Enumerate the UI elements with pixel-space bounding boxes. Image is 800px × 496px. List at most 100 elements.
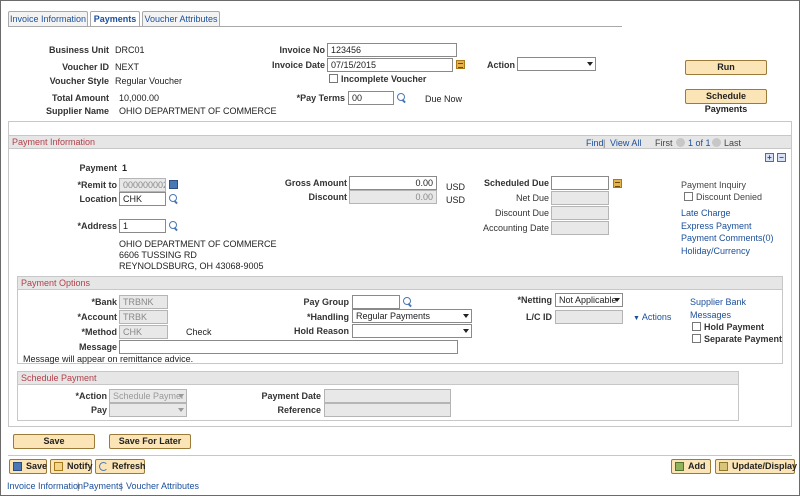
payment-information-header: Payment Information	[9, 136, 791, 149]
scheduled-due-label: Scheduled Due	[483, 178, 549, 188]
footer-link-payments[interactable]: Payments	[83, 481, 123, 491]
net-due-input	[551, 191, 609, 205]
tab-underline	[8, 26, 622, 27]
calendar-icon[interactable]	[456, 60, 465, 69]
hold-payment-checkbox[interactable]	[692, 322, 701, 331]
toolbar-refresh-button[interactable]: Refresh	[95, 459, 146, 474]
action-label: Action	[487, 60, 515, 70]
pay-group-label: Pay Group	[303, 297, 349, 307]
payment-comments-link[interactable]: Payment Comments(0)	[681, 233, 774, 243]
address-input[interactable]: 1	[119, 219, 166, 233]
tab-payments[interactable]: Payments	[90, 11, 140, 27]
hold-payment-label: Hold Payment	[704, 322, 765, 332]
pay-terms-input[interactable]: 00	[348, 91, 394, 105]
tab-voucher-attributes[interactable]: Voucher Attributes	[142, 11, 220, 26]
late-charge-link[interactable]: Late Charge	[681, 208, 731, 218]
payment-number: 1	[122, 163, 128, 173]
toolbar-notify-label: Notify	[67, 461, 93, 471]
method-input: CHK	[119, 325, 168, 339]
chevron-down-icon: ▼	[633, 315, 642, 322]
express-payment-link[interactable]: Express Payment	[681, 221, 752, 231]
invoice-date-input[interactable]: 07/15/2015	[327, 58, 453, 72]
schedule-payments-button[interactable]: Schedule Payments	[685, 89, 767, 114]
pay-label: Pay	[90, 405, 107, 415]
toolbar-notify-button[interactable]: Notify	[50, 459, 93, 474]
reference-label: Reference	[277, 405, 321, 415]
holiday-currency-link[interactable]: Holiday/Currency	[681, 246, 750, 256]
save-button[interactable]: Save	[13, 434, 95, 449]
incomplete-voucher-checkbox[interactable]	[329, 74, 338, 83]
voucher-style-value: Regular Voucher	[115, 76, 183, 86]
message-note: Message will appear on remittance advice…	[23, 354, 194, 364]
toolbar-save-button[interactable]: Save	[9, 459, 47, 474]
address-line-2: 6606 TUSSING RD	[119, 250, 197, 260]
nav-count: 1 of 1	[688, 138, 711, 148]
discount-denied-label: Discount Denied	[696, 192, 763, 202]
previous-arrow-icon[interactable]	[676, 138, 685, 147]
address-lookup-icon[interactable]	[169, 221, 179, 231]
supplier-bank-link[interactable]: Supplier Bank	[690, 297, 746, 307]
next-arrow-icon[interactable]	[712, 138, 721, 147]
remit-to-label: *Remit to	[77, 180, 117, 190]
separate-payment-label: Separate Payment	[704, 334, 783, 344]
remit-to-input: 0000000024	[119, 178, 166, 192]
action-select[interactable]	[517, 57, 596, 71]
toolbar-add-label: Add	[688, 461, 706, 471]
minus-icon[interactable]: −	[777, 153, 786, 162]
payment-options-title: Payment Options	[21, 278, 91, 288]
add-icon	[675, 462, 684, 471]
accounting-date-input	[551, 221, 609, 235]
handling-select[interactable]: Regular Payments	[352, 309, 472, 323]
payment-date-label: Payment Date	[261, 391, 321, 401]
netting-label: *Netting	[517, 295, 553, 305]
supplier-name-label: Supplier Name	[45, 106, 109, 116]
plus-icon[interactable]: +	[765, 153, 774, 162]
nav-first: First	[655, 138, 673, 148]
gross-amount-input[interactable]: 0.00	[349, 176, 437, 190]
footer-separator-1: |	[77, 481, 80, 491]
voucher-id-label: Voucher ID	[62, 62, 109, 72]
chevron-down-icon	[587, 62, 593, 66]
payment-options-header: Payment Options	[18, 277, 782, 290]
method-description: Check	[186, 327, 212, 337]
footer-separator-2: |	[120, 481, 123, 491]
netting-select[interactable]: Not Applicable	[555, 293, 623, 307]
message-input[interactable]	[119, 340, 458, 354]
discount-denied-checkbox[interactable]	[684, 192, 693, 201]
hold-reason-select[interactable]	[352, 324, 472, 338]
save-for-later-button[interactable]: Save For Later	[109, 434, 191, 449]
toolbar-update-display-label: Update/Display	[732, 461, 798, 471]
business-unit-label: Business Unit	[48, 45, 109, 55]
footer-link-voucher-attributes[interactable]: Voucher Attributes	[126, 481, 199, 491]
toolbar-add-button[interactable]: Add	[671, 459, 711, 474]
separate-payment-checkbox[interactable]	[692, 334, 701, 343]
location-input[interactable]: CHK	[119, 192, 166, 206]
view-all-link[interactable]: View All	[610, 138, 641, 148]
tab-invoice-information[interactable]: Invoice Information	[8, 11, 88, 26]
pay-terms-lookup-icon[interactable]	[397, 93, 407, 103]
hold-reason-label: Hold Reason	[293, 326, 349, 336]
invoice-no-input[interactable]: 123456	[327, 43, 457, 57]
pay-terms-description: Due Now	[425, 94, 463, 104]
chevron-down-icon	[178, 394, 184, 398]
voucher-id-value: NEXT	[115, 62, 140, 72]
nav-separator: |	[603, 138, 606, 148]
remit-to-detail-icon[interactable]	[169, 180, 178, 189]
pay-group-input[interactable]	[352, 295, 400, 309]
location-lookup-icon[interactable]	[169, 194, 179, 204]
messages-link[interactable]: Messages	[690, 310, 731, 320]
scheduled-due-calendar-icon[interactable]	[613, 179, 622, 188]
notify-icon	[54, 462, 63, 471]
run-button[interactable]: Run	[685, 60, 767, 75]
incomplete-voucher-label: Incomplete Voucher	[341, 74, 427, 84]
footer-link-invoice-information[interactable]: Invoice Information	[7, 481, 83, 491]
pay-group-lookup-icon[interactable]	[403, 297, 413, 307]
actions-link[interactable]: ▼ Actions	[633, 312, 671, 322]
account-label: *Account	[77, 312, 117, 322]
toolbar-update-display-button[interactable]: Update/Display	[715, 459, 798, 474]
find-link[interactable]: Find	[586, 138, 604, 148]
schedule-payment-title: Schedule Payment	[21, 373, 97, 383]
payment-date-input	[324, 389, 451, 403]
scheduled-due-input[interactable]	[551, 176, 609, 190]
location-label: Location	[79, 194, 118, 204]
